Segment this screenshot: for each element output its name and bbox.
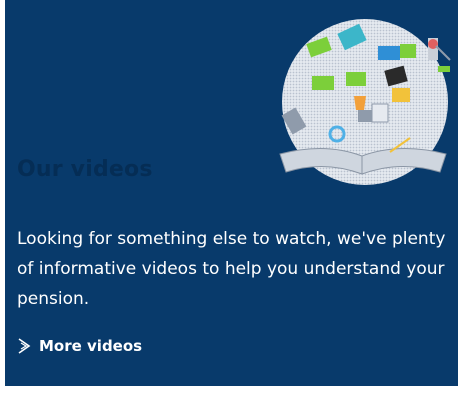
more-videos-label: More videos (39, 337, 143, 355)
more-videos-link[interactable]: More videos (17, 337, 142, 355)
video-collage-illustration (279, 19, 451, 185)
card-description: Looking for something else to watch, we'… (17, 229, 446, 309)
chevron-right-icon (18, 338, 31, 354)
videos-card: Our videos Looking for something else to… (5, 0, 458, 386)
card-title: Our videos (17, 157, 153, 182)
